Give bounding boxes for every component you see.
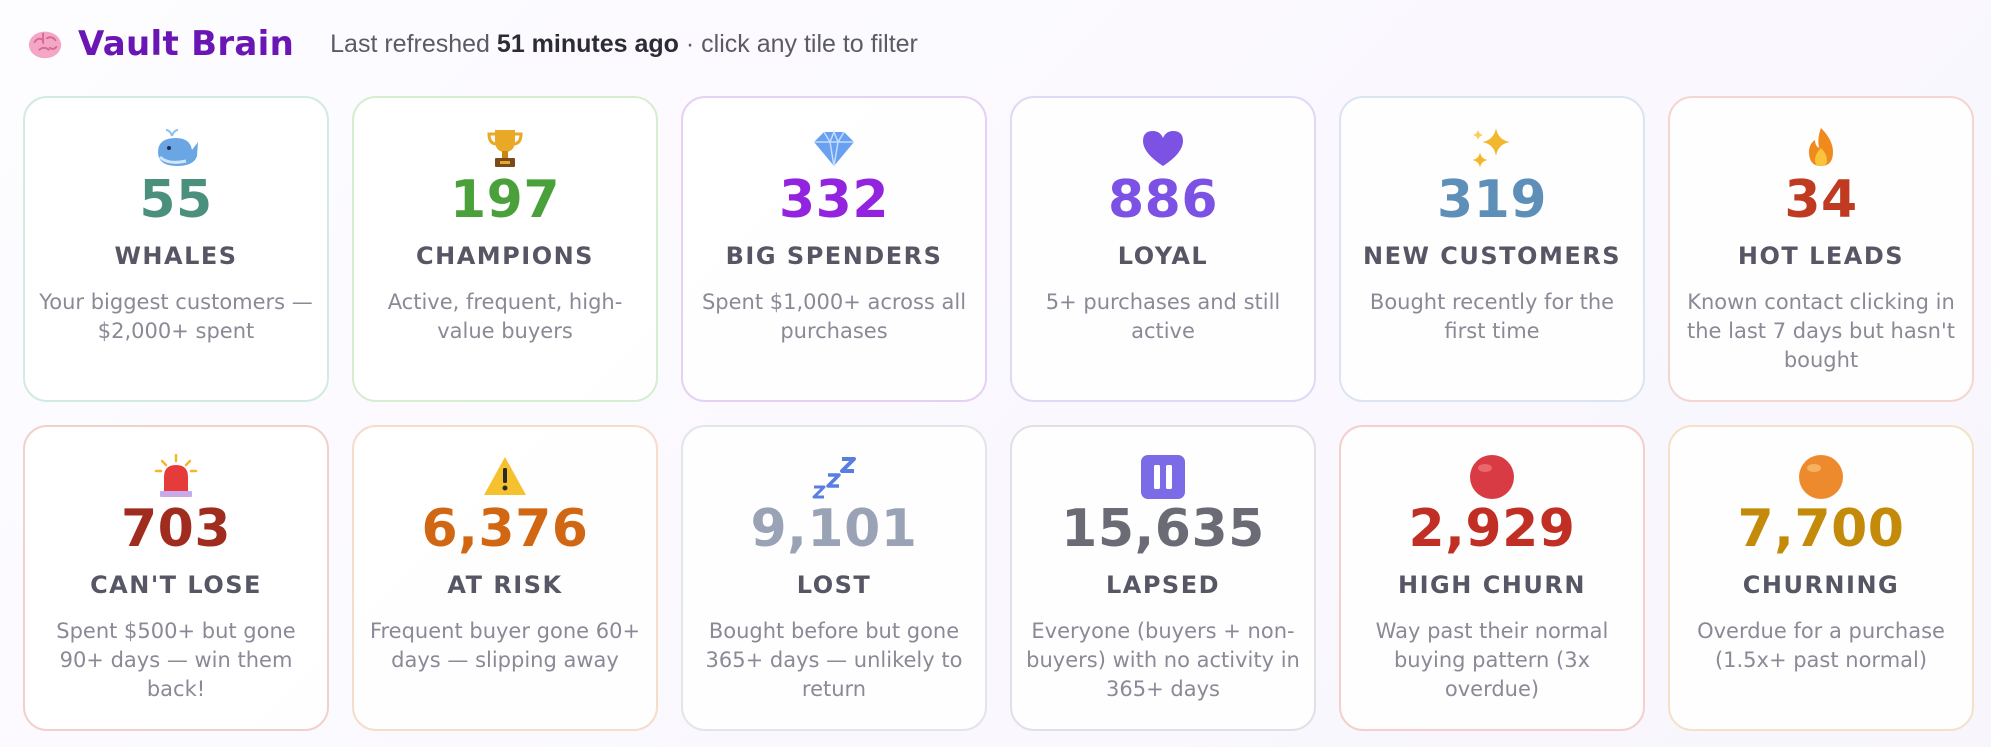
tile-count: 6,376 bbox=[421, 499, 589, 559]
tile-whales[interactable]: 55 WHALES Your biggest customers — $2,00… bbox=[23, 96, 329, 402]
tile-champions[interactable]: 197 CHAMPIONS Active, frequent, high-val… bbox=[352, 96, 658, 402]
tile-high-churn[interactable]: 2,929 HIGH CHURN Way past their normal b… bbox=[1339, 425, 1645, 731]
app-title: Vault Brain bbox=[78, 24, 295, 64]
tile-count: 319 bbox=[1436, 170, 1548, 230]
tile-count: 886 bbox=[1107, 170, 1219, 230]
tile-new-customers[interactable]: 319 NEW CUSTOMERS Bought recently for th… bbox=[1339, 96, 1645, 402]
tile-description: Your biggest customers — $2,000+ spent bbox=[39, 290, 313, 343]
tile-count: 55 bbox=[139, 170, 213, 230]
tile-lapsed[interactable]: 15,635 LAPSED Everyone (buyers + non-buy… bbox=[1010, 425, 1316, 731]
siren-icon bbox=[154, 453, 198, 497]
tile-count: 9,101 bbox=[750, 499, 918, 559]
tile-big-spenders[interactable]: 332 BIG SPENDERS Spent $1,000+ across al… bbox=[681, 96, 987, 402]
tile-label: CHAMPIONS bbox=[416, 242, 594, 270]
diamond-icon bbox=[814, 129, 854, 167]
tile-label: BIG SPENDERS bbox=[725, 242, 943, 270]
tile-cant-lose[interactable]: 703 CAN'T LOSE Spent $500+ but gone 90+ … bbox=[23, 425, 329, 731]
refresh-hint: · click any tile to filter bbox=[685, 29, 918, 58]
tile-count: 332 bbox=[778, 170, 890, 230]
tile-label: CHURNING bbox=[1742, 571, 1900, 599]
orange-circle-icon bbox=[1799, 455, 1843, 499]
whale-icon bbox=[158, 129, 198, 166]
tile-description: Overdue for a purchase (1.5x+ past norma… bbox=[1697, 619, 1945, 672]
tile-label: CAN'T LOSE bbox=[90, 571, 262, 599]
warning-icon bbox=[484, 457, 526, 495]
tile-count: 34 bbox=[1784, 170, 1858, 230]
trophy-icon bbox=[487, 130, 523, 167]
heart-icon bbox=[1143, 131, 1183, 166]
brain-icon bbox=[28, 31, 62, 59]
tile-hot-leads[interactable]: 34 HOT LEADS Known contact clicking in t… bbox=[1668, 96, 1974, 402]
tile-count: 197 bbox=[449, 170, 561, 230]
segment-grid: 55 WHALES Your biggest customers — $2,00… bbox=[23, 96, 1974, 731]
tile-label: WHALES bbox=[114, 242, 238, 270]
tile-description: Spent $1,000+ across all purchases bbox=[701, 290, 967, 343]
zzz-icon bbox=[812, 457, 856, 499]
tile-at-risk[interactable]: 6,376 AT RISK Frequent buyer gone 60+ da… bbox=[352, 425, 658, 731]
tile-description: Spent $500+ but gone 90+ days — win them… bbox=[56, 619, 296, 701]
tile-count: 2,929 bbox=[1408, 499, 1576, 559]
tile-description: Bought recently for the first time bbox=[1369, 290, 1615, 343]
fire-icon bbox=[1809, 128, 1833, 166]
tile-label: AT RISK bbox=[447, 571, 563, 599]
tile-label: LOYAL bbox=[1117, 242, 1209, 270]
tile-label: LAPSED bbox=[1105, 571, 1221, 599]
refresh-status: Last refreshed 51 minutes ago · click an… bbox=[330, 30, 918, 59]
refresh-time: 51 minutes ago bbox=[496, 29, 679, 58]
sparkles-icon bbox=[1472, 128, 1510, 168]
tile-label: HIGH CHURN bbox=[1398, 571, 1586, 599]
tile-description: 5+ purchases and still active bbox=[1045, 290, 1281, 343]
refresh-prefix: Last refreshed bbox=[330, 29, 490, 58]
tile-count: 703 bbox=[120, 499, 232, 559]
tile-description: Way past their normal buying pattern (3x… bbox=[1375, 619, 1609, 701]
header: Vault Brain Last refreshed 51 minutes ag… bbox=[26, 18, 918, 70]
tile-churning[interactable]: 7,700 CHURNING Overdue for a purchase (1… bbox=[1668, 425, 1974, 731]
tile-count: 7,700 bbox=[1737, 499, 1905, 559]
tile-description: Everyone (buyers + non-buyers) with no a… bbox=[1026, 619, 1300, 701]
tile-lost[interactable]: 9,101 LOST Bought before but gone 365+ d… bbox=[681, 425, 987, 731]
tile-label: NEW CUSTOMERS bbox=[1362, 242, 1621, 270]
tile-description: Active, frequent, high-value buyers bbox=[387, 290, 623, 343]
red-circle-icon bbox=[1470, 455, 1514, 499]
tile-count: 15,635 bbox=[1061, 499, 1265, 559]
tile-description: Frequent buyer gone 60+ days — slipping … bbox=[369, 619, 641, 672]
tile-description: Known contact clicking in the last 7 day… bbox=[1687, 290, 1955, 372]
tile-description: Bought before but gone 365+ days — unlik… bbox=[705, 619, 963, 701]
tile-loyal[interactable]: 886 LOYAL 5+ purchases and still active bbox=[1010, 96, 1316, 402]
tile-label: HOT LEADS bbox=[1737, 242, 1905, 270]
tile-label: LOST bbox=[796, 571, 872, 599]
pause-icon bbox=[1141, 455, 1185, 499]
